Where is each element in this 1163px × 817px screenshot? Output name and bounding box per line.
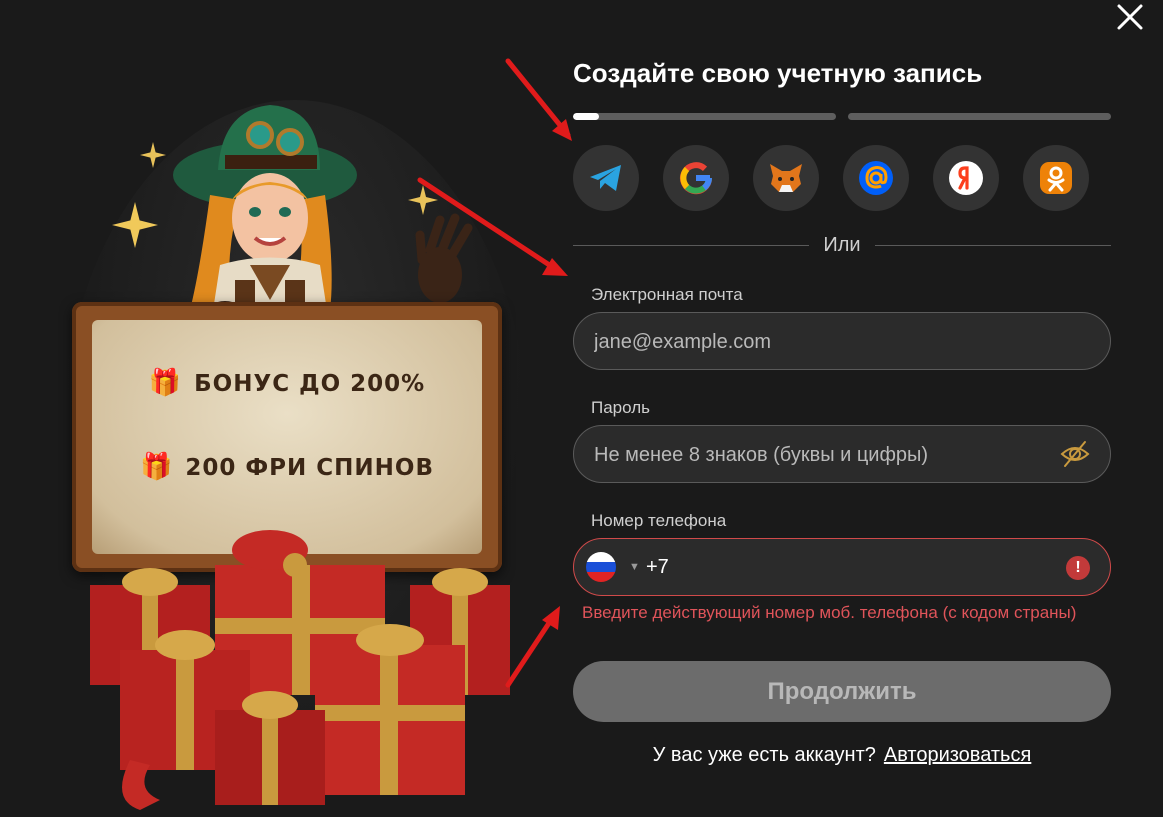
mailru-login-button[interactable] <box>843 145 909 211</box>
metamask-icon <box>770 164 802 192</box>
phone-error-message: Введите действующий номер моб. телефона … <box>582 603 1077 622</box>
yandex-icon <box>949 161 983 195</box>
annotation-arrow <box>505 58 572 141</box>
continue-button[interactable]: Продолжить <box>573 661 1111 722</box>
or-divider: Или <box>573 234 1111 256</box>
email-label: Электронная почта <box>591 285 743 304</box>
registration-form: Создайте свою учетную запись Или Электро… <box>573 0 1111 817</box>
progress-step-1 <box>573 113 836 120</box>
form-title: Создайте свою учетную запись <box>573 58 983 88</box>
phone-field-wrapper: ▼ +7 ! <box>573 538 1111 597</box>
yandex-login-button[interactable] <box>933 145 999 211</box>
promo-spins: 🎁 200 ФРИ СПИНОВ <box>92 452 482 482</box>
phone-label: Номер телефона <box>591 511 727 530</box>
ok-icon <box>1040 162 1072 194</box>
google-icon <box>680 162 713 195</box>
google-login-button[interactable] <box>663 145 729 211</box>
error-icon: ! <box>1066 556 1090 580</box>
password-label: Пароль <box>591 398 650 417</box>
gift-icon: 🎁 <box>148 368 183 398</box>
password-field[interactable] <box>592 426 1036 484</box>
gift-icon: 🎁 <box>139 452 174 482</box>
email-field-wrapper <box>573 312 1111 371</box>
social-login-row <box>573 145 1111 211</box>
login-link[interactable]: Авторизоваться <box>884 744 1031 766</box>
promo-bonus-text: БОНУС ДО 200% <box>194 371 426 397</box>
telegram-icon <box>590 165 621 191</box>
login-prompt-text: У вас уже есть аккаунт? <box>652 744 876 766</box>
password-field-wrapper <box>573 425 1111 484</box>
telegram-login-button[interactable] <box>573 145 639 211</box>
email-field[interactable] <box>592 313 1036 371</box>
annotation-arrow <box>505 606 560 688</box>
progress-steps <box>573 113 1111 120</box>
progress-step-1-fill <box>573 113 600 120</box>
annotation-arrow <box>417 177 568 276</box>
close-icon[interactable] <box>1115 2 1145 32</box>
ok-login-button[interactable] <box>1023 145 1089 211</box>
phone-country-code: +7 <box>646 556 669 578</box>
eye-off-icon[interactable] <box>1060 439 1090 469</box>
phone-field[interactable] <box>672 539 1036 597</box>
progress-step-2 <box>848 113 1111 120</box>
russia-flag-icon[interactable] <box>586 552 616 582</box>
metamask-login-button[interactable] <box>753 145 819 211</box>
divider-line-right <box>875 245 1111 246</box>
chevron-down-icon[interactable]: ▼ <box>629 561 640 573</box>
promo-spins-text: 200 ФРИ СПИНОВ <box>185 455 435 481</box>
registration-modal: 🎁 БОНУС ДО 200% 🎁 200 ФРИ СПИНОВ Создайт… <box>0 0 1163 817</box>
login-prompt: У вас уже есть аккаунт? Авторизоваться <box>573 744 1111 767</box>
mailru-icon <box>859 161 893 195</box>
gift-boxes-illustration <box>90 530 510 810</box>
promo-bonus: 🎁 БОНУС ДО 200% <box>92 368 482 398</box>
